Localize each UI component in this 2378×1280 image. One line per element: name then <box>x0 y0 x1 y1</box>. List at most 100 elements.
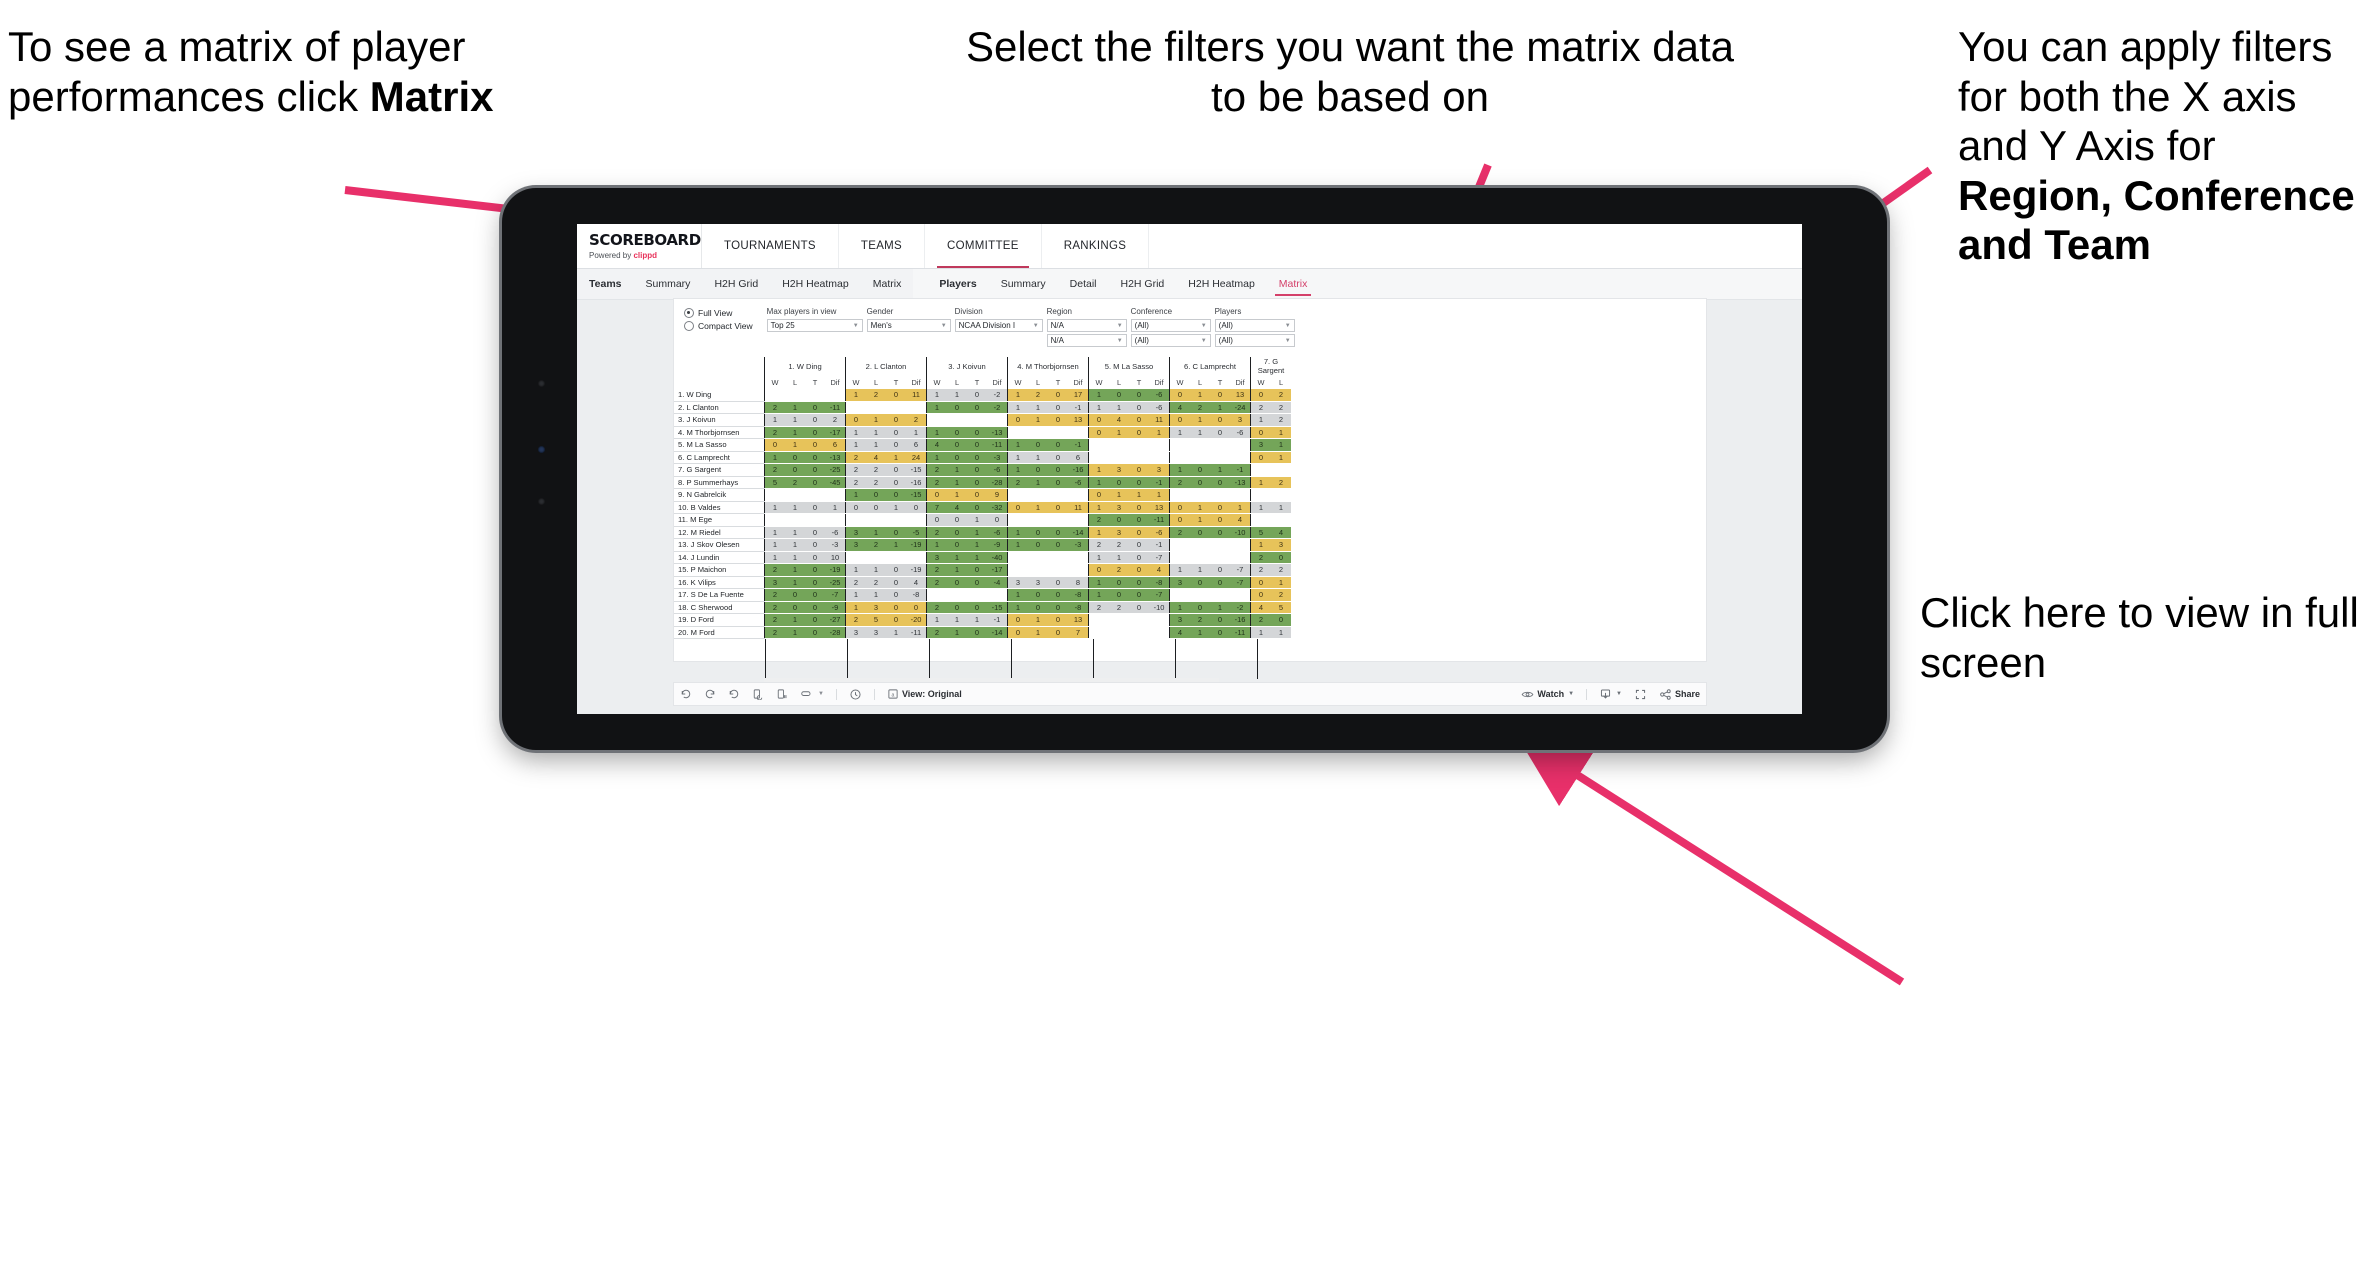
matrix-cell[interactable] <box>1210 538 1230 552</box>
matrix-cell[interactable]: 0 <box>947 401 967 414</box>
matrix-cell[interactable] <box>764 389 785 402</box>
matrix-cell[interactable]: 4 <box>1250 601 1271 614</box>
matrix-cell[interactable]: 1 <box>845 488 866 502</box>
matrix-cell[interactable]: 0 <box>1210 413 1230 427</box>
matrix-cell[interactable]: -6 <box>1149 526 1170 539</box>
matrix-cell[interactable]: 0 <box>1250 588 1271 602</box>
matrix-cell[interactable]: 2 <box>866 389 886 402</box>
matrix-cell[interactable]: 1 <box>967 538 987 552</box>
matrix-cell[interactable]: 0 <box>1129 401 1149 414</box>
matrix-cell[interactable] <box>1088 613 1109 627</box>
matrix-cell[interactable]: 2 <box>785 476 805 489</box>
matrix-cell[interactable]: 2 <box>1109 601 1129 614</box>
matrix-cell[interactable]: -3 <box>1068 538 1089 552</box>
matrix-cell[interactable] <box>1028 563 1048 577</box>
matrix-cell[interactable]: 0 <box>1048 389 1068 402</box>
matrix-cell[interactable]: -11 <box>987 438 1008 452</box>
matrix-cell[interactable]: 1 <box>1007 601 1028 614</box>
matrix-cell[interactable]: 2 <box>866 476 886 489</box>
matrix-cell[interactable]: -3 <box>825 538 846 552</box>
matrix-cell[interactable]: 2 <box>845 576 866 589</box>
matrix-cell[interactable] <box>1028 551 1048 564</box>
matrix-cell[interactable]: 1 <box>1088 463 1109 477</box>
matrix-cell[interactable]: 1 <box>764 538 785 552</box>
matrix-cell[interactable]: 1 <box>886 538 906 552</box>
matrix-cell[interactable] <box>1230 451 1251 464</box>
matrix-cell[interactable]: 1 <box>845 438 866 452</box>
subnav-teams[interactable]: Teams <box>577 269 634 299</box>
matrix-cell[interactable]: 0 <box>1028 463 1048 477</box>
matrix-cell[interactable]: 1 <box>947 626 967 639</box>
matrix-cell[interactable] <box>764 513 785 527</box>
matrix-cell[interactable]: 0 <box>805 576 825 589</box>
matrix-cell[interactable]: 1 <box>764 551 785 564</box>
matrix-cell[interactable]: 0 <box>1210 526 1230 539</box>
matrix-cell[interactable]: 13 <box>1068 613 1089 627</box>
matrix-cell[interactable]: -11 <box>1230 626 1251 639</box>
matrix-cell[interactable]: -15 <box>987 601 1008 614</box>
matrix-cell[interactable]: -2 <box>987 389 1008 402</box>
matrix-cell[interactable]: 2 <box>764 426 785 439</box>
matrix-cell[interactable]: 3 <box>1169 613 1190 627</box>
matrix-cell[interactable] <box>1210 488 1230 502</box>
subnav-players[interactable]: Players <box>927 269 988 299</box>
filter-max-players-select[interactable]: Top 25 ▼ <box>766 319 863 332</box>
matrix-cell[interactable] <box>926 413 947 427</box>
matrix-cell[interactable]: -6 <box>1230 426 1251 439</box>
matrix-cell[interactable]: 2 <box>1088 538 1109 552</box>
nav-teams[interactable]: TEAMS <box>839 224 926 268</box>
matrix-cell[interactable]: 2 <box>764 588 785 602</box>
matrix-cell[interactable]: 0 <box>886 526 906 539</box>
matrix-cell[interactable]: 1 <box>785 438 805 452</box>
matrix-cell[interactable]: 1 <box>866 588 886 602</box>
matrix-cell[interactable]: -16 <box>1230 613 1251 627</box>
matrix-cell[interactable] <box>825 389 846 402</box>
matrix-cell[interactable]: 1 <box>764 526 785 539</box>
matrix-cell[interactable]: 0 <box>805 563 825 577</box>
matrix-cell[interactable]: 1 <box>1271 576 1291 589</box>
matrix-cell[interactable]: 11 <box>1068 501 1089 514</box>
matrix-cell[interactable] <box>845 513 866 527</box>
matrix-cell[interactable]: 2 <box>764 563 785 577</box>
matrix-cell[interactable] <box>1007 551 1028 564</box>
matrix-cell[interactable]: 0 <box>1271 551 1291 564</box>
matrix-cell[interactable]: 1 <box>785 563 805 577</box>
matrix-cell[interactable]: 1 <box>1007 389 1028 402</box>
matrix-cell[interactable]: 1 <box>1007 438 1028 452</box>
matrix-cell[interactable]: 1 <box>1190 413 1210 427</box>
matrix-cell[interactable]: 0 <box>1129 463 1149 477</box>
matrix-cell[interactable] <box>1109 451 1129 464</box>
matrix-cell[interactable]: 2 <box>1109 563 1129 577</box>
nav-tournaments[interactable]: TOURNAMENTS <box>702 224 839 268</box>
matrix-cell[interactable] <box>1190 538 1210 552</box>
matrix-cell[interactable]: 0 <box>1210 513 1230 527</box>
matrix-cell[interactable]: 4 <box>1230 513 1251 527</box>
matrix-cell[interactable]: 0 <box>1048 613 1068 627</box>
matrix-cell[interactable]: 2 <box>1250 563 1271 577</box>
matrix-cell[interactable]: -1 <box>1068 401 1089 414</box>
matrix-cell[interactable]: 2 <box>1088 513 1109 527</box>
matrix-cell[interactable]: 2 <box>1250 613 1271 627</box>
matrix-cell[interactable]: 0 <box>886 476 906 489</box>
matrix-cell[interactable]: 1 <box>1109 426 1129 439</box>
matrix-cell[interactable]: 0 <box>805 551 825 564</box>
matrix-cell[interactable] <box>1169 551 1190 564</box>
matrix-cell[interactable]: 1 <box>1088 389 1109 402</box>
matrix-cell[interactable]: 2 <box>866 576 886 589</box>
matrix-cell[interactable]: 0 <box>926 513 947 527</box>
matrix-cell[interactable]: 2 <box>845 451 866 464</box>
matrix-cell[interactable]: 0 <box>805 476 825 489</box>
matrix-cell[interactable]: 0 <box>1048 576 1068 589</box>
matrix-cell[interactable]: 0 <box>785 601 805 614</box>
table-row[interactable]: 3. J Koivun 1 1 0 2 0 1 0 2 0 1 0 13 0 4 0 11 0 1 0 3 1 2 <box>674 413 1291 427</box>
matrix-cell[interactable]: 0 <box>1169 513 1190 527</box>
matrix-cell[interactable]: 1 <box>926 389 947 402</box>
matrix-cell[interactable]: -19 <box>906 538 927 552</box>
subnav-teams-h2h-heatmap[interactable]: H2H Heatmap <box>770 269 861 299</box>
matrix-cell[interactable] <box>1048 551 1068 564</box>
matrix-cell[interactable]: 13 <box>1230 389 1251 402</box>
matrix-cell[interactable]: 0 <box>1088 563 1109 577</box>
watch-button[interactable]: Watch ▼ <box>1515 688 1580 701</box>
matrix-cell[interactable] <box>1190 488 1210 502</box>
subnav-players-detail[interactable]: Detail <box>1058 269 1109 299</box>
